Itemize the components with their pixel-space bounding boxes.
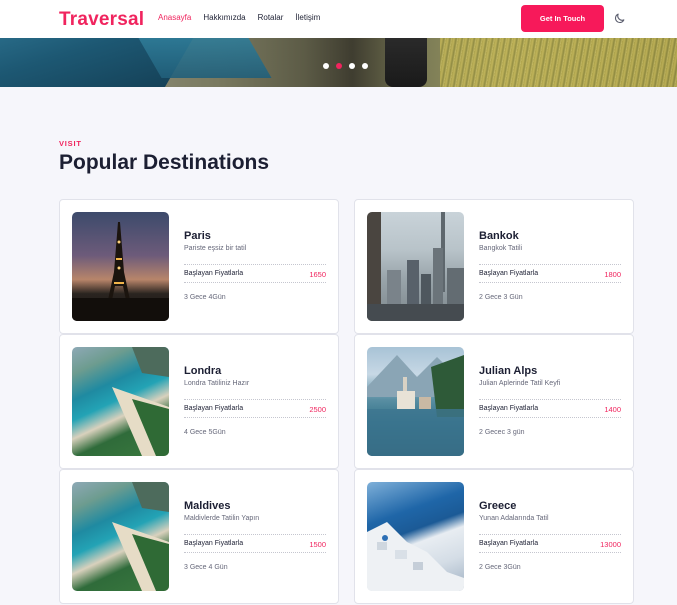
destination-title: Paris	[184, 230, 211, 242]
destination-card-londra[interactable]: Londra Londra Tatiliniz Hazır Başlayan F…	[59, 334, 339, 469]
nav-link-iletisim[interactable]: İletişim	[295, 13, 320, 22]
nav-link-hakkimizda[interactable]: Hakkımızda	[203, 13, 245, 22]
carousel-dot[interactable]	[323, 63, 329, 69]
get-in-touch-button[interactable]: Get In Touch	[521, 5, 604, 32]
price-row: Başlayan Fiyatlarla 13000	[479, 534, 621, 553]
destination-subtitle: Bangkok Tatili	[479, 245, 523, 252]
trip-duration: 4 Gece 5Gün	[184, 429, 226, 436]
destination-card-greece[interactable]: Greece Yunan Adalarında Tatil Başlayan F…	[354, 469, 634, 604]
price-value: 1400	[604, 405, 621, 414]
nav-link-rotalar[interactable]: Rotalar	[258, 13, 284, 22]
price-value: 13000	[600, 540, 621, 549]
destination-image-paris	[72, 212, 169, 321]
price-label: Başlayan Fiyatlarla	[184, 405, 244, 412]
destination-subtitle: Londra Tatiliniz Hazır	[184, 380, 250, 387]
destination-title: Julian Alps	[479, 365, 538, 377]
price-row: Başlayan Fiyatlarla 2500	[184, 399, 326, 418]
price-row: Başlayan Fiyatlarla 1400	[479, 399, 621, 418]
price-label: Başlayan Fiyatlarla	[479, 540, 539, 547]
destination-title: Londra	[184, 365, 222, 377]
destination-title: Greece	[479, 500, 517, 512]
destination-image-greece	[367, 482, 464, 591]
destination-subtitle: Julian Aplerinde Tatil Keyfi	[479, 380, 561, 387]
carousel-dot-active[interactable]	[336, 63, 342, 69]
price-row: Başlayan Fiyatlarla 1650	[184, 264, 326, 283]
trip-duration: 2 Gecec 3 gün	[479, 429, 525, 436]
price-row: Başlayan Fiyatlarla 1500	[184, 534, 326, 553]
destination-image-julian-alps	[367, 347, 464, 456]
carousel-dots	[323, 63, 368, 69]
destination-card-maldives[interactable]: Maldives Maldivlerde Tatilin Yapın Başla…	[59, 469, 339, 604]
carousel-dot[interactable]	[362, 63, 368, 69]
price-value: 1800	[604, 270, 621, 279]
price-label: Başlayan Fiyatlarla	[184, 270, 244, 277]
moon-icon[interactable]	[613, 12, 626, 25]
destination-image-londra	[72, 347, 169, 456]
destination-card-julian-alps[interactable]: Julian Alps Julian Aplerinde Tatil Keyfi…	[354, 334, 634, 469]
destination-image-maldives	[72, 482, 169, 591]
price-value: 2500	[309, 405, 326, 414]
destination-subtitle: Maldivlerde Tatilin Yapın	[184, 515, 260, 522]
section-title: Popular Destinations	[59, 151, 270, 174]
trip-duration: 2 Gece 3 Gün	[479, 294, 523, 301]
hero-image-tent-fly	[138, 38, 272, 78]
hero-carousel	[0, 38, 677, 87]
carousel-dot[interactable]	[349, 63, 355, 69]
hero-image-person	[385, 38, 427, 87]
destination-title: Maldives	[184, 500, 231, 512]
section-kicker: VISIT	[59, 139, 82, 148]
trip-duration: 3 Gece 4 Gün	[184, 564, 228, 571]
destination-title: Bankok	[479, 230, 519, 242]
destination-subtitle: Pariste eşsiz bir tatil	[184, 245, 247, 252]
price-value: 1650	[309, 270, 326, 279]
price-label: Başlayan Fiyatlarla	[184, 540, 244, 547]
destination-card-bankok[interactable]: Bankok Bangkok Tatili Başlayan Fiyatlarl…	[354, 199, 634, 334]
destination-subtitle: Yunan Adalarında Tatil	[479, 515, 549, 522]
price-value: 1500	[309, 540, 326, 549]
destination-image-bankok	[367, 212, 464, 321]
nav-link-anasayfa[interactable]: Anasayfa	[158, 13, 191, 22]
price-row: Başlayan Fiyatlarla 1800	[479, 264, 621, 283]
hero-image-grass	[440, 38, 677, 87]
price-label: Başlayan Fiyatlarla	[479, 405, 539, 412]
destination-card-paris[interactable]: Paris Pariste eşsiz bir tatil Başlayan F…	[59, 199, 339, 334]
navbar: Traversal Anasayfa Hakkımızda Rotalar İl…	[0, 0, 677, 38]
trip-duration: 3 Gece 4Gün	[184, 294, 226, 301]
price-label: Başlayan Fiyatlarla	[479, 270, 539, 277]
nav-links: Anasayfa Hakkımızda Rotalar İletişim	[158, 13, 332, 22]
brand-logo[interactable]: Traversal	[59, 9, 144, 31]
trip-duration: 2 Gece 3Gün	[479, 564, 521, 571]
